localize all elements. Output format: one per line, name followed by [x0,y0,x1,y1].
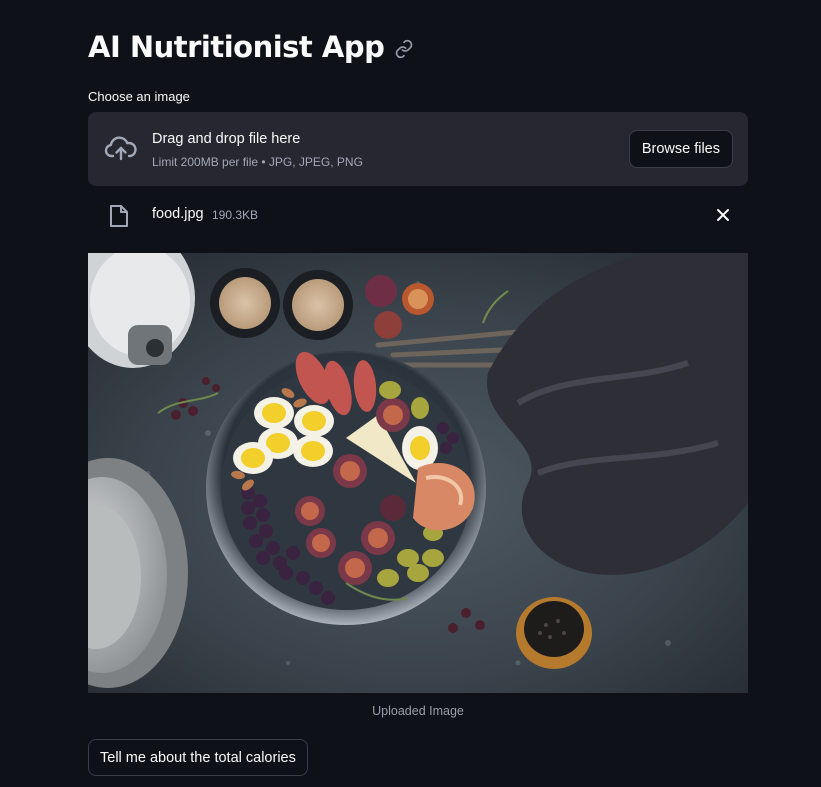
uploaded-file-name: food.jpg [152,206,204,222]
dropzone-limit-text: Limit 200MB per file • JPG, JPEG, PNG [152,155,363,169]
image-caption: Uploaded Image [372,704,464,718]
close-icon[interactable] [716,208,730,222]
uploaded-file-row: food.jpg 190.3KB [88,196,748,236]
uploaded-file-size: 190.3KB [212,208,259,222]
file-icon [110,205,128,227]
title-row: AI Nutritionist App [88,30,414,64]
page-title: AI Nutritionist App [88,30,385,64]
cloud-upload-icon [104,136,137,161]
uploaded-food-image [88,253,748,693]
dropzone-instructions: Drag and drop file here [152,131,301,147]
file-dropzone[interactable]: Drag and drop file here Limit 200MB per … [88,112,748,186]
uploader-label: Choose an image [88,89,190,104]
link-icon[interactable] [394,39,414,59]
total-calories-button[interactable]: Tell me about the total calories [88,739,308,776]
browse-files-button[interactable]: Browse files [628,130,733,168]
app-page: AI Nutritionist App Choose an image Drag… [0,0,821,787]
food-photo [88,253,748,693]
